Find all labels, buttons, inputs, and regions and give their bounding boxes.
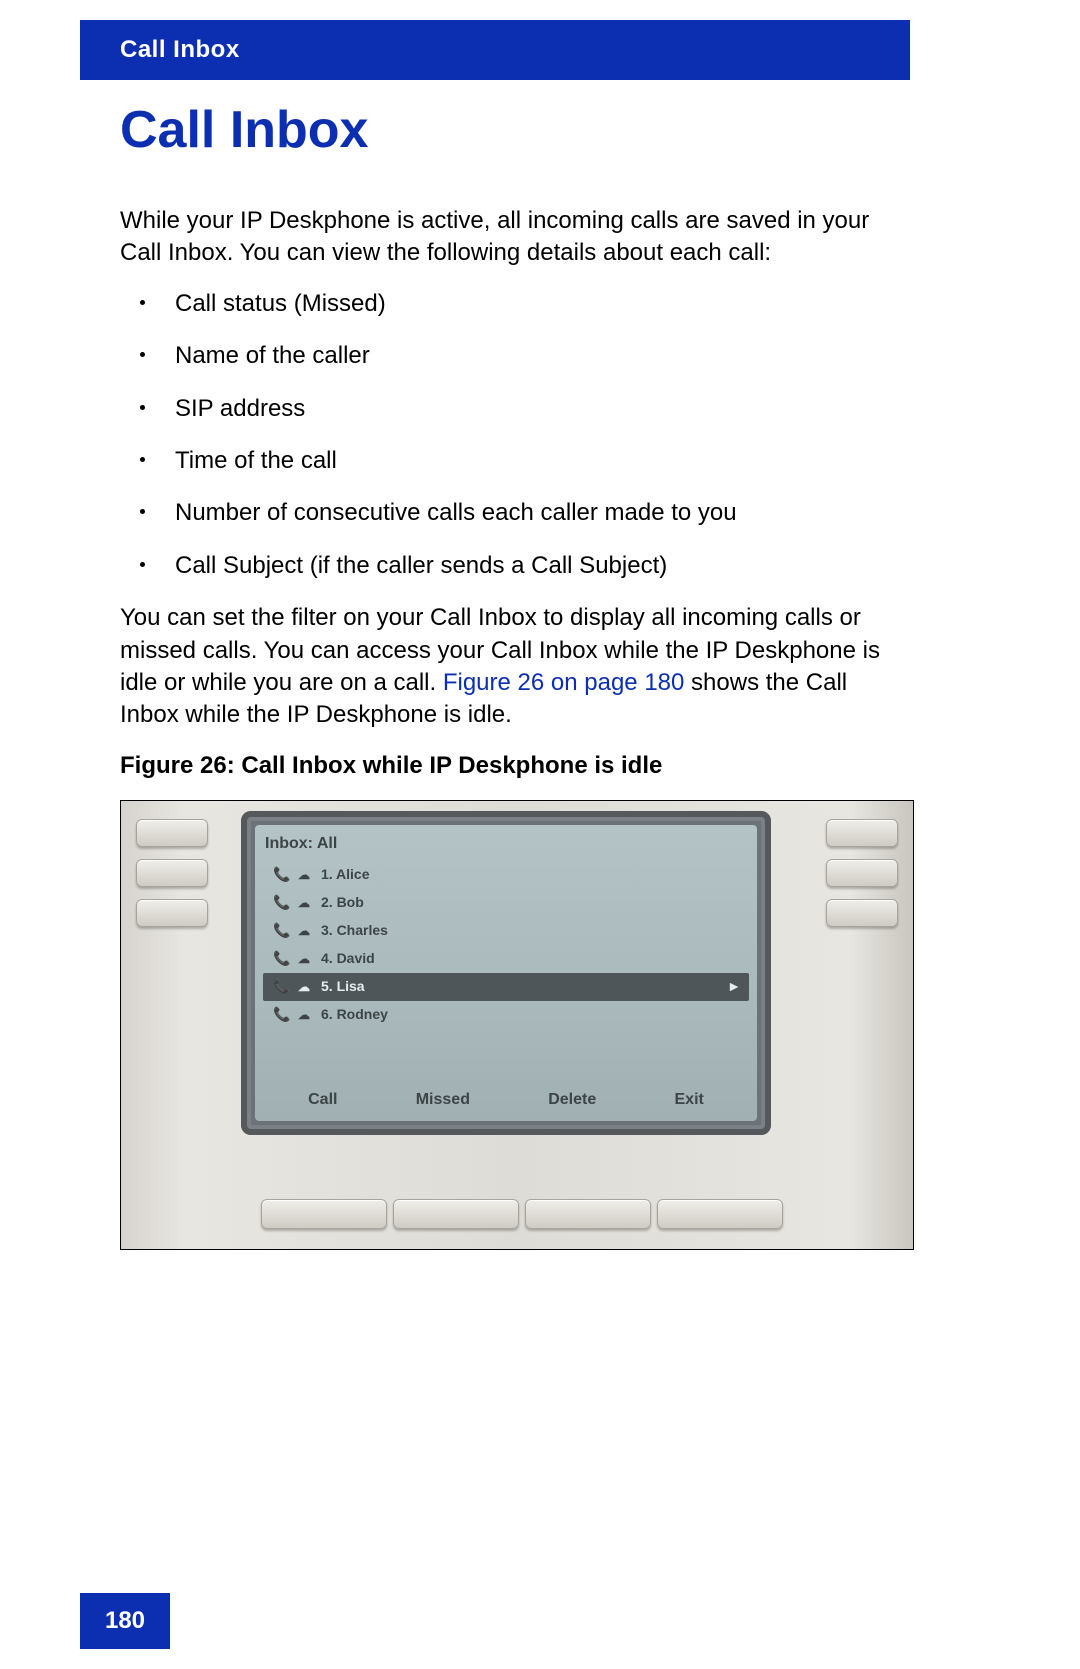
- page-title: Call Inbox: [120, 100, 368, 160]
- inbox-item-label: 6. Rodney: [321, 1005, 743, 1024]
- inbox-item[interactable]: 📞☁ 6. Rodney: [263, 1001, 749, 1029]
- bullet-text: Name of the caller: [175, 342, 370, 369]
- figure-cross-reference-link[interactable]: Figure 26 on page 180: [443, 669, 685, 696]
- softkey-label-call: Call: [308, 1089, 337, 1111]
- bullet-dot-icon: [140, 562, 145, 567]
- inbox-item[interactable]: 📞☁ 3. Charles: [263, 917, 749, 945]
- handset-icon: 📞: [273, 893, 291, 912]
- side-key-left-2[interactable]: [136, 859, 208, 887]
- handset-icon: 📞: [273, 921, 291, 940]
- inbox-item-label: 1. Alice: [321, 865, 743, 884]
- bullet-text: Call Subject (if the caller sends a Call…: [175, 552, 667, 579]
- softkey-label-missed: Missed: [416, 1089, 470, 1111]
- screen-bezel: Inbox: All 📞☁1. Alice📞☁2. Bob📞☁3. Charle…: [241, 811, 771, 1135]
- softkey-button-2[interactable]: [393, 1199, 519, 1229]
- voicemail-icon: ☁: [295, 923, 313, 939]
- inbox-item-label: 5. Lisa: [321, 977, 727, 996]
- body-text: While your IP Deskphone is active, all i…: [120, 205, 910, 1250]
- bullet-dot-icon: [140, 352, 145, 357]
- bullet-dot-icon: [140, 405, 145, 410]
- handset-icon: 📞: [273, 865, 291, 884]
- deskphone-figure: Inbox: All 📞☁1. Alice📞☁2. Bob📞☁3. Charle…: [120, 800, 914, 1250]
- softkey-button-1[interactable]: [261, 1199, 387, 1229]
- filter-paragraph: You can set the filter on your Call Inbo…: [120, 602, 910, 732]
- header-section-label: Call Inbox: [120, 36, 240, 64]
- figure-caption: Figure 26: Call Inbox while IP Deskphone…: [120, 750, 910, 782]
- voicemail-icon: ☁: [295, 951, 313, 967]
- softkey-button-3[interactable]: [525, 1199, 651, 1229]
- bullet-item: Call status (Missed): [120, 288, 910, 320]
- header-bar: Call Inbox: [80, 20, 910, 80]
- page-number: 180: [105, 1607, 145, 1635]
- bullet-item: SIP address: [120, 393, 910, 425]
- voicemail-icon: ☁: [295, 1007, 313, 1023]
- bullet-text: SIP address: [175, 395, 305, 422]
- bullet-item: Call Subject (if the caller sends a Call…: [120, 550, 910, 582]
- inbox-item[interactable]: 📞☁ 2. Bob: [263, 889, 749, 917]
- bullet-text: Time of the call: [175, 447, 337, 474]
- bullet-item: Time of the call: [120, 445, 910, 477]
- voicemail-icon: ☁: [295, 895, 313, 911]
- inbox-list: 📞☁1. Alice📞☁2. Bob📞☁3. Charles📞☁4. David…: [263, 861, 749, 1029]
- softkey-label-delete: Delete: [548, 1089, 596, 1111]
- bullet-text: Call status (Missed): [175, 290, 386, 317]
- handset-icon: 📞: [273, 1005, 291, 1024]
- bullet-item: Number of consecutive calls each caller …: [120, 497, 910, 529]
- side-key-right-1[interactable]: [826, 819, 898, 847]
- page-number-badge: 180: [80, 1593, 170, 1649]
- inbox-item[interactable]: 📞☁ 5. Lisa►: [263, 973, 749, 1001]
- side-key-left-1[interactable]: [136, 819, 208, 847]
- inbox-item-label: 2. Bob: [321, 893, 743, 912]
- softkey-strip: [261, 1199, 783, 1229]
- bullet-dot-icon: [140, 457, 145, 462]
- inbox-item-label: 3. Charles: [321, 921, 743, 940]
- inbox-item-label: 4. David: [321, 949, 743, 968]
- inbox-item[interactable]: 📞☁ 1. Alice: [263, 861, 749, 889]
- voicemail-icon: ☁: [295, 979, 313, 995]
- handset-icon: 📞: [273, 949, 291, 968]
- softkey-button-4[interactable]: [657, 1199, 783, 1229]
- inbox-item[interactable]: 📞☁ 4. David: [263, 945, 749, 973]
- side-key-right-2[interactable]: [826, 859, 898, 887]
- side-key-right-3[interactable]: [826, 899, 898, 927]
- side-key-left-3[interactable]: [136, 899, 208, 927]
- bullet-list: Call status (Missed) Name of the caller …: [120, 288, 910, 582]
- voicemail-icon: ☁: [295, 867, 313, 883]
- softkey-labels: Call Missed Delete Exit: [269, 1089, 743, 1111]
- arrow-right-icon: ►: [727, 977, 741, 996]
- bullet-item: Name of the caller: [120, 340, 910, 372]
- screen: Inbox: All 📞☁1. Alice📞☁2. Bob📞☁3. Charle…: [255, 825, 757, 1121]
- bullet-dot-icon: [140, 300, 145, 305]
- softkey-label-exit: Exit: [675, 1089, 704, 1111]
- handset-icon: 📞: [273, 977, 291, 996]
- screen-title: Inbox: All: [265, 833, 749, 855]
- bullet-text: Number of consecutive calls each caller …: [175, 499, 737, 526]
- bullet-dot-icon: [140, 509, 145, 514]
- intro-paragraph: While your IP Deskphone is active, all i…: [120, 205, 910, 270]
